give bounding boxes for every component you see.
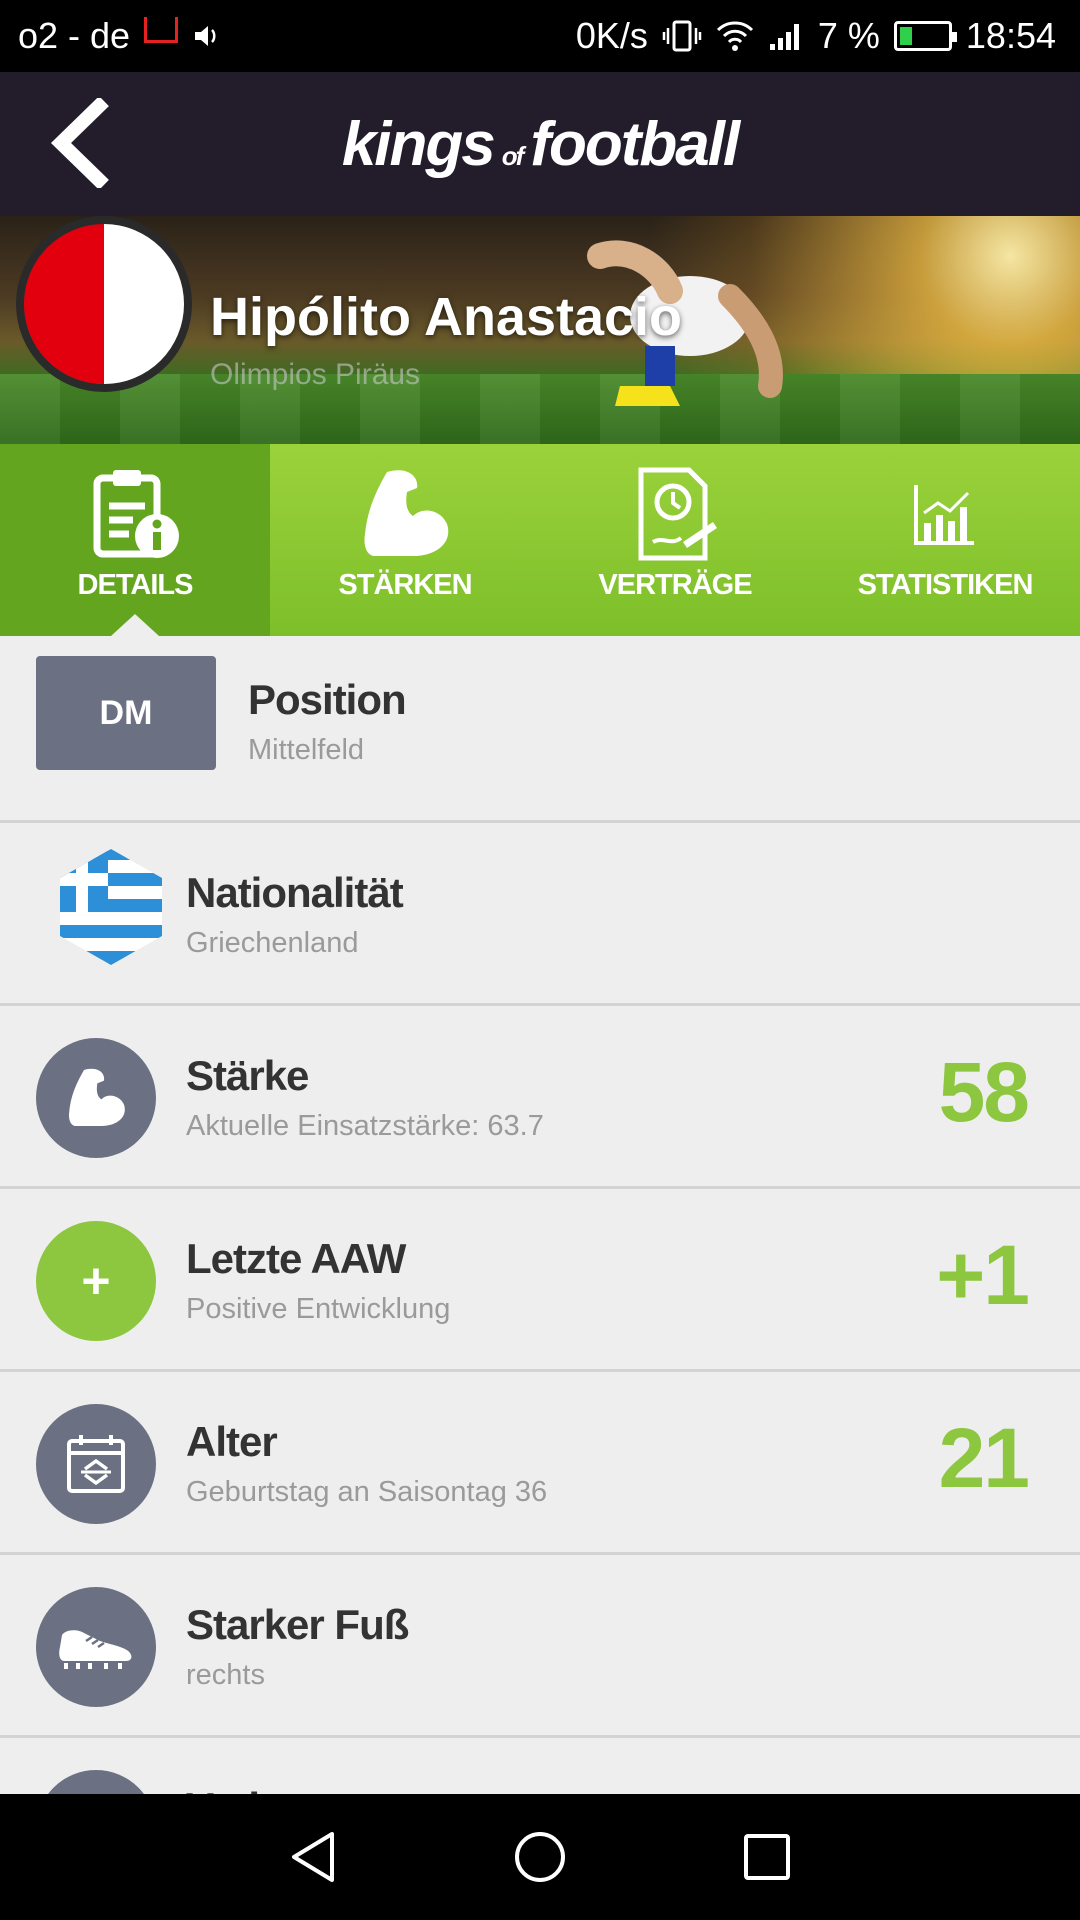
aaw-value: +1	[936, 1228, 1030, 1322]
tab-statistiken-label: STATISTIKEN	[857, 569, 1034, 601]
plus-icon: +	[81, 1253, 111, 1309]
position-chip: DM	[36, 656, 216, 770]
status-bar: o2 - de 0K/s 7 % 18:54	[0, 0, 1080, 72]
football-boot-icon	[59, 1630, 132, 1669]
nav-recents-button[interactable]	[737, 1827, 797, 1887]
strength-value: 58	[938, 1045, 1030, 1139]
back-arrow-icon	[50, 98, 109, 188]
nav-home-button[interactable]	[510, 1827, 570, 1887]
calendar-icon	[67, 1435, 125, 1493]
player-club: Olimpios Piräus	[210, 358, 421, 391]
aaw-badge: +	[36, 1221, 156, 1341]
logo-kings: kings	[341, 109, 496, 179]
wifi-icon	[716, 21, 753, 51]
contract-icon	[638, 467, 717, 561]
row-subtitle: Geburtstag an Saisontag 36	[186, 1476, 548, 1508]
row-position[interactable]: DM Position Mittelfeld	[0, 636, 1080, 823]
tab-details-label: DETAILS	[77, 569, 194, 601]
volume-icon	[195, 26, 216, 46]
row-title: Nationalität	[186, 869, 404, 916]
row-subtitle: Positive Entwicklung	[186, 1293, 451, 1325]
battery-icon	[893, 21, 957, 51]
row-subtitle: Mittelfeld	[248, 734, 365, 766]
details-clipboard-icon	[93, 470, 179, 558]
row-injury[interactable]: Verletzung	[0, 1738, 1080, 1794]
battery-percent: 7 %	[817, 15, 880, 56]
bicep-icon	[68, 1068, 125, 1126]
bar-chart-icon	[914, 485, 974, 545]
player-hero-banner: Hipólito Anastacio Olimpios Piräus	[0, 216, 1080, 444]
row-subtitle: Aktuelle Einsatzstärke: 63.7	[186, 1110, 544, 1142]
tab-statistiken[interactable]: STATISTIKEN	[810, 444, 1080, 636]
network-speed: 0K/s	[575, 15, 648, 56]
row-subtitle: rechts	[186, 1659, 265, 1691]
injury-badge	[36, 1770, 156, 1794]
vibrate-icon	[662, 20, 702, 52]
app-logo: kings of football	[341, 109, 740, 180]
triangle-back-icon	[292, 1832, 335, 1882]
row-title: Verletzung	[186, 1784, 389, 1794]
row-nationality[interactable]: Nationalität Griechenland	[0, 823, 1080, 1006]
circle-home-icon	[514, 1832, 565, 1882]
age-value: 21	[938, 1411, 1030, 1505]
row-title: Letzte AAW	[186, 1235, 406, 1282]
app-header: kings of football	[0, 72, 1080, 216]
row-strong-foot[interactable]: Starker Fuß rechts	[0, 1555, 1080, 1738]
row-title: Starker Fuß	[186, 1601, 409, 1648]
strength-badge	[36, 1038, 156, 1158]
row-subtitle: Griechenland	[186, 927, 359, 959]
row-title: Stärke	[186, 1052, 309, 1099]
carrier-label: o2 - de	[18, 15, 131, 56]
foot-badge	[36, 1587, 156, 1707]
bicep-icon	[364, 470, 449, 556]
row-strength[interactable]: Stärke Aktuelle Einsatzstärke: 63.7 58	[0, 1006, 1080, 1189]
tab-vertraege-label: VERTRÄGE	[598, 569, 752, 601]
tab-details[interactable]: DETAILS	[0, 444, 270, 636]
tab-bar: DETAILS STÄRKEN VERTRÄGE STATISTIKEN	[0, 444, 1080, 636]
system-nav-bar	[0, 1794, 1080, 1920]
back-button[interactable]	[34, 98, 124, 188]
player-name: Hipólito Anastacio	[210, 287, 683, 347]
logo-football: football	[530, 109, 740, 179]
signal-icon	[769, 24, 799, 50]
greece-flag-icon	[60, 849, 162, 965]
nav-back-button[interactable]	[283, 1827, 343, 1887]
row-last-aaw[interactable]: + Letzte AAW Positive Entwicklung +1	[0, 1189, 1080, 1372]
tab-staerken[interactable]: STÄRKEN	[270, 444, 540, 636]
row-title: Position	[248, 676, 407, 723]
square-recents-icon	[743, 1834, 790, 1880]
details-list: DM Position Mittelfeld Nationalität Grie…	[0, 636, 1080, 1794]
age-badge	[36, 1404, 156, 1524]
notification-icon	[144, 17, 179, 43]
club-crest	[16, 216, 192, 392]
logo-of: of	[501, 140, 525, 171]
row-title: Alter	[186, 1418, 278, 1465]
tab-vertraege[interactable]: VERTRÄGE	[540, 444, 810, 636]
clock: 18:54	[965, 15, 1056, 56]
tab-staerken-label: STÄRKEN	[338, 569, 472, 601]
row-age[interactable]: Alter Geburtstag an Saisontag 36 21	[0, 1372, 1080, 1555]
